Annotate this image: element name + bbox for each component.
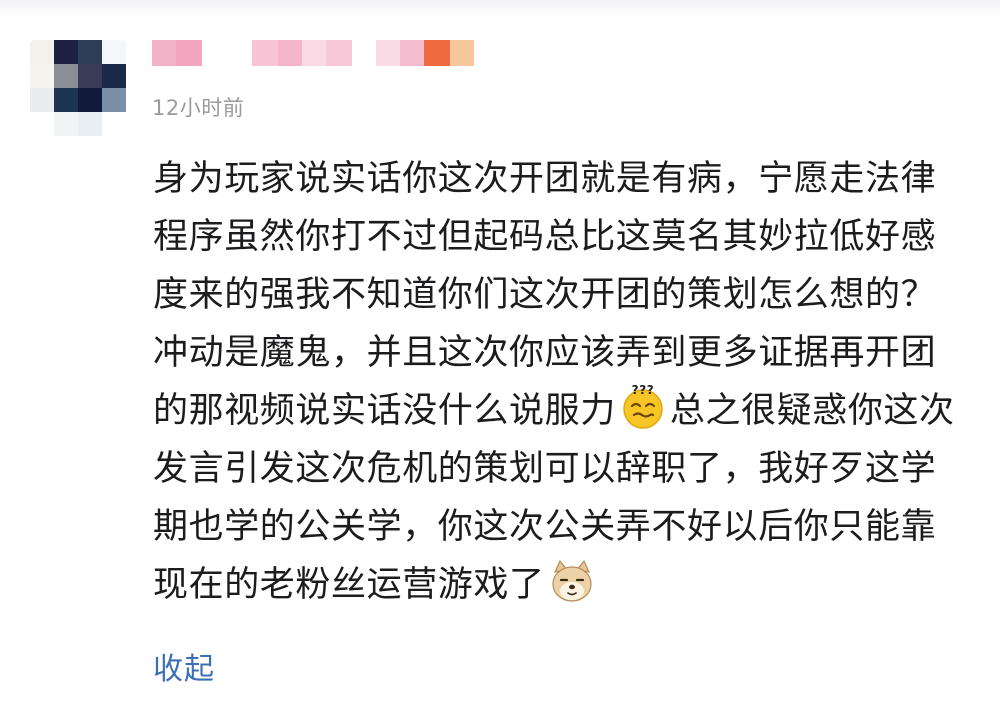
comment-timestamp: 12小时前 <box>152 96 245 120</box>
top-edge-shade <box>0 0 1000 18</box>
svg-text:???: ??? <box>631 384 654 397</box>
shiba-dog-emoji-icon <box>549 558 595 604</box>
user-avatar[interactable] <box>30 40 126 136</box>
confused-face-emoji-icon: ??? <box>620 384 666 430</box>
username-censored[interactable] <box>152 40 474 66</box>
comment-text: 身为玩家说实话你这次开团就是有病，宁愿走法律程序虽然你打不过但起码总比这莫名其妙… <box>153 150 968 614</box>
collapse-link[interactable]: 收起 <box>153 644 215 688</box>
comment-screen: 12小时前 身为玩家说实话你这次开团就是有病，宁愿走法律程序虽然你打不过但起码总… <box>0 0 1000 704</box>
